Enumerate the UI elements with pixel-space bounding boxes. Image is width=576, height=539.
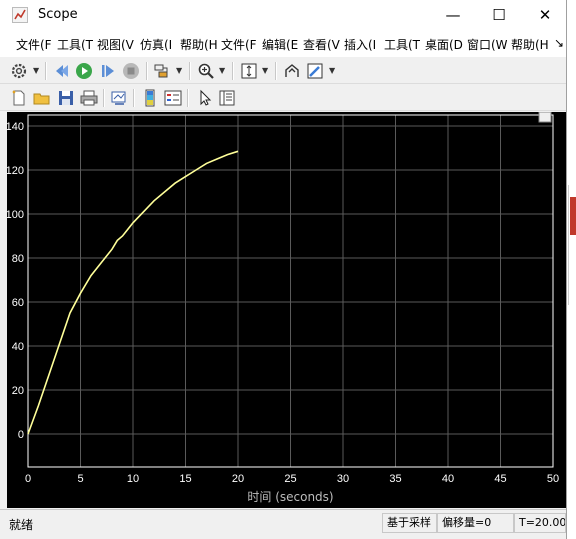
- y-tick-label: 60: [12, 297, 24, 309]
- style-icon[interactable]: [306, 62, 324, 80]
- step-forward-icon[interactable]: [99, 62, 117, 80]
- x-tick-label: 50: [547, 473, 559, 485]
- style-dropdown-icon[interactable]: ▼: [329, 66, 335, 75]
- fit-axes-dropdown-icon[interactable]: ▼: [262, 66, 268, 75]
- toolbar-separator: [187, 89, 189, 107]
- toolbar-separator: [45, 62, 47, 80]
- menu-insert[interactable]: 插入(I: [344, 36, 376, 53]
- menu-file[interactable]: 文件(F: [16, 36, 52, 53]
- y-tick-label: 0: [18, 429, 24, 441]
- new-figure-icon[interactable]: [10, 89, 28, 107]
- toolbar-separator: [103, 89, 105, 107]
- y-tick-label: 40: [12, 341, 24, 353]
- dock-arrow-icon[interactable]: [538, 112, 552, 123]
- figure-toolbar: [0, 85, 566, 111]
- plot-canvas[interactable]: 0 5 10 15 20 25 30 35 40 45 50 0 20 40 60 80 100 120 140 时间…: [7, 112, 566, 508]
- menu-edit[interactable]: 编辑(E: [262, 36, 298, 53]
- open-icon[interactable]: [33, 89, 51, 107]
- y-tick-label: 100: [7, 209, 24, 221]
- y-tick-label: 80: [12, 253, 24, 265]
- menu-file-2[interactable]: 文件(F: [221, 36, 257, 53]
- close-button[interactable]: ✕: [522, 0, 568, 30]
- menu-tools[interactable]: 工具(T: [57, 36, 93, 53]
- x-tick-label: 10: [127, 473, 139, 485]
- x-tick-label: 0: [25, 473, 31, 485]
- maximize-button[interactable]: ☐: [476, 0, 522, 30]
- status-bar: 就绪 基于采样 偏移量=0 T=20.000: [0, 509, 566, 539]
- zoom-icon[interactable]: [197, 62, 215, 80]
- menu-help[interactable]: 帮助(H: [180, 36, 218, 53]
- y-tick-label: 120: [7, 165, 24, 177]
- x-tick-label: 45: [494, 473, 506, 485]
- toolbar-separator: [146, 62, 148, 80]
- scope-toolbar: ▼ ▼ ▼ ▼ ▼: [0, 58, 566, 84]
- menu-window[interactable]: 窗口(W: [467, 36, 508, 53]
- stop-icon[interactable]: [122, 62, 140, 80]
- x-tick-label: 15: [179, 473, 191, 485]
- pointer-icon[interactable]: [196, 89, 214, 107]
- x-tick-label: 30: [337, 473, 349, 485]
- run-icon[interactable]: [75, 62, 93, 80]
- status-time: T=20.000: [514, 513, 566, 533]
- legend-icon[interactable]: [164, 89, 182, 107]
- menu-view[interactable]: 视图(V: [97, 36, 134, 53]
- toolbar-separator: [133, 89, 135, 107]
- menu-dock-arrow[interactable]: ↘: [554, 36, 564, 50]
- step-back-icon[interactable]: [53, 62, 71, 80]
- x-tick-label: 25: [284, 473, 296, 485]
- print-icon[interactable]: [80, 89, 98, 107]
- toolbar-separator: [189, 62, 191, 80]
- x-tick-label: 35: [389, 473, 401, 485]
- toolbar-separator: [275, 62, 277, 80]
- scope-window: Scope — ☐ ✕ 文件(F 工具(T 视图(V 仿真(I 帮助(H 文件(…: [0, 0, 567, 539]
- toolbar-separator: [232, 62, 234, 80]
- title-bar: Scope — ☐ ✕: [0, 0, 566, 32]
- save-icon[interactable]: [57, 89, 75, 107]
- colorbar-icon[interactable]: [141, 89, 159, 107]
- settings-dropdown-icon[interactable]: ▼: [33, 66, 39, 75]
- settings-icon[interactable]: [10, 62, 28, 80]
- x-axis-label: 时间 (seconds): [247, 490, 333, 504]
- menu-desktop[interactable]: 桌面(D: [425, 36, 463, 53]
- window-title: Scope: [38, 7, 78, 22]
- menu-help-2[interactable]: 帮助(H: [511, 36, 549, 53]
- minimize-button[interactable]: —: [430, 0, 476, 30]
- background-red-block: [570, 197, 576, 235]
- menu-view-2[interactable]: 查看(V: [303, 36, 340, 53]
- link-icon[interactable]: [110, 89, 128, 107]
- zoom-dropdown-icon[interactable]: ▼: [219, 66, 225, 75]
- property-icon[interactable]: [218, 89, 236, 107]
- menu-tools-2[interactable]: 工具(T: [384, 36, 420, 53]
- y-tick-label: 20: [12, 385, 24, 397]
- menu-simulation[interactable]: 仿真(I: [140, 36, 172, 53]
- y-tick-label: 140: [7, 121, 24, 133]
- x-tick-label: 40: [442, 473, 454, 485]
- matlab-scope-icon: [12, 7, 28, 23]
- status-sample-mode: 基于采样: [382, 513, 437, 533]
- highlight-icon[interactable]: [153, 62, 171, 80]
- x-tick-label: 5: [77, 473, 83, 485]
- highlight-dropdown-icon[interactable]: ▼: [176, 66, 182, 75]
- cursor-measure-icon[interactable]: [283, 62, 301, 80]
- fit-axes-icon[interactable]: [240, 62, 258, 80]
- scope-display[interactable]: 0 5 10 15 20 25 30 35 40 45 50 0 20 40 60 80 100 120 140 时间…: [7, 112, 566, 508]
- background-window-fragment: [568, 185, 576, 305]
- x-tick-label: 20: [232, 473, 244, 485]
- status-ready: 就绪: [9, 518, 34, 532]
- status-offset: 偏移量=0: [437, 513, 514, 533]
- menu-bar: 文件(F 工具(T 视图(V 仿真(I 帮助(H 文件(F 编辑(E 查看(V …: [0, 32, 566, 57]
